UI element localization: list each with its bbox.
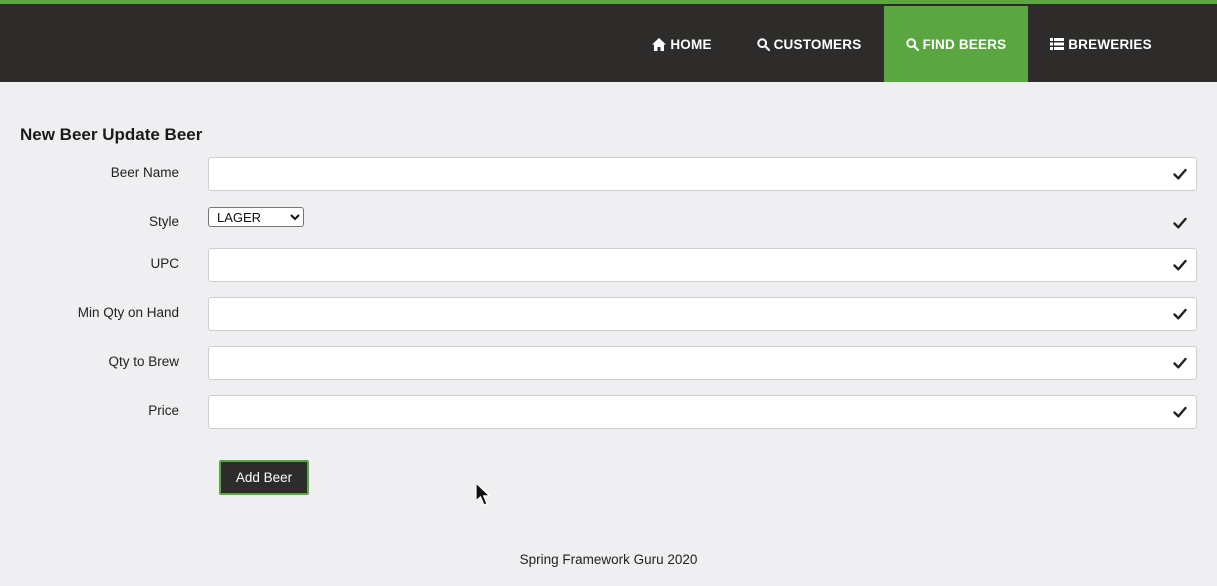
beer-name-input[interactable] — [208, 157, 1197, 191]
mouse-cursor-icon — [475, 482, 491, 506]
footer-text: Spring Framework Guru 2020 — [519, 552, 698, 567]
nav-item-label: HOME — [670, 36, 712, 52]
nav-item-find-beers[interactable]: FIND BEERS — [884, 6, 1028, 82]
price-label: Price — [148, 403, 179, 418]
style-select[interactable]: LAGER — [208, 207, 304, 227]
check-icon — [1173, 168, 1187, 180]
beer-name-label: Beer Name — [110, 165, 179, 180]
form-title: New Beer Update Beer — [20, 125, 203, 144]
nav-item-customers[interactable]: CUSTOMERS — [744, 6, 874, 82]
price-input[interactable] — [208, 395, 1197, 429]
qty-to-brew-input[interactable] — [208, 346, 1197, 380]
navbar: HOME CUSTOMERS FIND BEERS BREWERIES — [0, 0, 1217, 82]
check-icon — [1173, 308, 1187, 320]
check-icon — [1173, 357, 1187, 369]
upc-input[interactable] — [208, 248, 1197, 282]
min-qty-label: Min Qty on Hand — [77, 305, 179, 320]
style-label: Style — [148, 214, 179, 229]
qty-to-brew-label: Qty to Brew — [108, 354, 179, 369]
nav-item-label: CUSTOMERS — [773, 36, 862, 52]
upc-label: UPC — [150, 256, 179, 271]
home-icon — [652, 37, 667, 51]
nav-item-breweries[interactable]: BREWERIES — [1036, 6, 1166, 82]
check-icon — [1173, 406, 1187, 418]
list-icon — [1050, 38, 1065, 50]
check-icon — [1173, 259, 1187, 271]
nav-item-label: FIND BEERS — [922, 36, 1007, 52]
search-icon — [905, 37, 919, 51]
search-icon — [756, 37, 770, 51]
min-qty-input[interactable] — [208, 297, 1197, 331]
nav-item-label: BREWERIES — [1068, 36, 1152, 52]
add-beer-button[interactable]: Add Beer — [219, 460, 309, 495]
check-icon — [1173, 217, 1187, 229]
nav-item-home[interactable]: HOME — [640, 6, 724, 82]
